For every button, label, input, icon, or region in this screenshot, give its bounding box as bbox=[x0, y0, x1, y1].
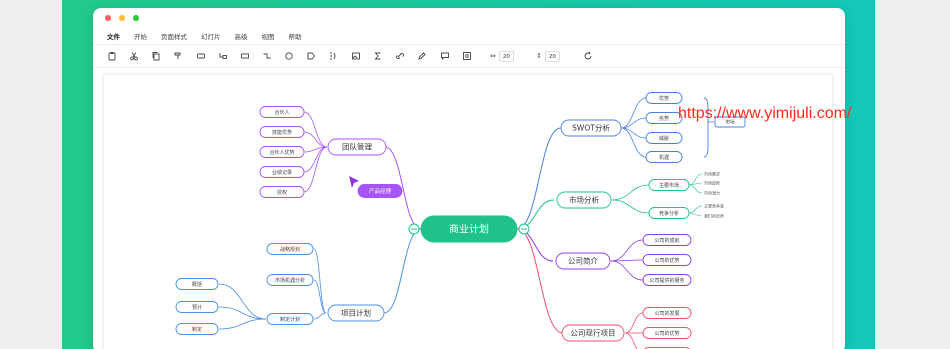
insert-topic-icon[interactable] bbox=[194, 49, 208, 63]
connector-line bbox=[303, 146, 328, 193]
menu-item-3[interactable]: 幻灯片 bbox=[201, 31, 221, 41]
branch-current-project-label: 公司现行项目 bbox=[571, 328, 616, 338]
height-control[interactable]: ⇕ 20 bbox=[536, 50, 560, 62]
project-grandchild-2-label: 制定 bbox=[192, 326, 202, 333]
market-grandchild-0: 市场需求 bbox=[704, 171, 720, 177]
watermark-url: https://www.yimijuli.com/ bbox=[678, 105, 852, 122]
edit-icon[interactable] bbox=[415, 49, 429, 63]
market-child-1-label: 竞争分析 bbox=[659, 210, 679, 217]
team-child-1-label: 技能优势 bbox=[272, 129, 292, 136]
branch-team-label: 团队管理 bbox=[342, 142, 372, 152]
width-value[interactable]: 20 bbox=[498, 50, 514, 62]
current-project-child-1-label: 公司的优势 bbox=[654, 330, 679, 337]
project-child-0-label: 战略规划 bbox=[280, 246, 300, 253]
link-icon[interactable] bbox=[393, 49, 407, 63]
page-background-right bbox=[875, 0, 950, 349]
insert-subtopic-icon[interactable] bbox=[216, 49, 230, 63]
project-grandchild-1-label: 预计 bbox=[192, 304, 202, 311]
branch-market-label: 市场分析 bbox=[569, 195, 599, 205]
refresh-icon[interactable] bbox=[581, 49, 595, 63]
connector-line bbox=[688, 182, 703, 186]
company-child-0-label: 公司的成就 bbox=[654, 237, 679, 244]
image-icon[interactable] bbox=[349, 49, 363, 63]
menu-bar: 文件 开始 页面样式 幻灯片 高级 视图 帮助 bbox=[93, 28, 845, 44]
connector-line bbox=[620, 127, 647, 139]
format-painter-icon[interactable] bbox=[171, 49, 185, 63]
connector-line bbox=[688, 212, 703, 217]
market-grandchild-3: 主要竞争者 bbox=[704, 203, 724, 209]
connector-line bbox=[303, 131, 328, 148]
copy-icon[interactable] bbox=[149, 49, 163, 63]
maximize-window-button[interactable] bbox=[133, 15, 139, 21]
connector-line bbox=[611, 184, 650, 201]
project-grandchild-0-label: 概括 bbox=[192, 281, 202, 288]
market-child-0-label: 主要市场 bbox=[659, 182, 679, 189]
connector-line bbox=[688, 205, 703, 214]
swot-child-0-label: 优势 bbox=[659, 95, 669, 102]
height-value[interactable]: 20 bbox=[544, 50, 560, 62]
connector-line bbox=[516, 127, 562, 230]
company-child-1-label: 公司的优势 bbox=[654, 257, 679, 264]
formula-icon[interactable] bbox=[371, 49, 385, 63]
comment-icon[interactable] bbox=[282, 49, 296, 63]
project-child-1-label: 市场机遇分析 bbox=[275, 277, 305, 284]
menu-item-0[interactable]: 文件 bbox=[107, 31, 120, 41]
note-icon[interactable] bbox=[438, 49, 452, 63]
root-topic-label: 商业计划 bbox=[449, 223, 489, 236]
team-child-2-label: 合伙人优势 bbox=[269, 149, 294, 156]
swot-child-1-label: 劣势 bbox=[659, 115, 669, 122]
market-grandchild-4: 我们的优势 bbox=[704, 213, 724, 219]
connector-line bbox=[611, 199, 650, 214]
floating-tag-label: 产品经理 bbox=[369, 187, 392, 195]
market-grandchild-2: 市场潜力 bbox=[704, 190, 720, 196]
connector-line bbox=[620, 127, 647, 158]
title-bar bbox=[93, 8, 845, 28]
outline-icon[interactable] bbox=[460, 49, 474, 63]
connector-line bbox=[610, 260, 644, 281]
connector-line bbox=[218, 318, 267, 330]
connector-line bbox=[610, 239, 644, 262]
height-icon: ⇕ bbox=[536, 52, 542, 60]
app-window: 文件 开始 页面样式 幻灯片 高级 视图 帮助 ⇔ 20 ⇕ 20 合伙人技能优势合伙人优势… bbox=[93, 8, 845, 349]
summary-icon[interactable] bbox=[326, 49, 340, 63]
width-icon: ⇔ bbox=[490, 52, 496, 60]
scissors-icon[interactable] bbox=[127, 49, 141, 63]
rectangle-icon[interactable] bbox=[238, 49, 252, 63]
minimize-window-button[interactable] bbox=[119, 15, 125, 21]
connector-icon[interactable] bbox=[260, 49, 274, 63]
menu-item-5[interactable]: 视图 bbox=[262, 31, 275, 41]
branch-swot-label: SWOT分析 bbox=[572, 123, 610, 133]
connector-line bbox=[218, 306, 267, 320]
tag-icon[interactable] bbox=[304, 49, 318, 63]
connector-line bbox=[313, 312, 327, 320]
connector-line bbox=[516, 228, 564, 334]
menu-item-1[interactable]: 开始 bbox=[134, 31, 147, 41]
current-project-child-0-label: 公司的发展 bbox=[654, 310, 679, 317]
toolbar: ⇔ 20 ⇕ 20 bbox=[93, 44, 845, 68]
clipboard-icon[interactable] bbox=[105, 49, 119, 63]
market-grandchild-1: 市场趋势 bbox=[704, 180, 720, 186]
width-control[interactable]: ⇔ 20 bbox=[490, 50, 514, 62]
connector-line bbox=[303, 111, 328, 148]
connector-line bbox=[624, 312, 644, 334]
branch-project-label: 项目计划 bbox=[341, 308, 371, 318]
connector-line bbox=[688, 184, 703, 194]
page-background-left bbox=[0, 0, 62, 349]
team-child-4-label: 授权 bbox=[277, 189, 287, 196]
company-child-2-label: 公司提供的服务 bbox=[649, 277, 684, 284]
close-window-button[interactable] bbox=[105, 15, 111, 21]
branch-company-label: 公司简介 bbox=[568, 256, 598, 266]
connector-line bbox=[383, 228, 422, 314]
cursor-arrow-icon bbox=[349, 176, 359, 188]
swot-child-2-label: 威胁 bbox=[659, 135, 669, 142]
swot-child-3-label: 机遇 bbox=[659, 154, 669, 161]
project-child-2-label: 制定计划 bbox=[280, 316, 300, 323]
menu-item-6[interactable]: 帮助 bbox=[289, 31, 302, 41]
connector-line bbox=[218, 283, 267, 320]
team-child-3-label: 业绩记录 bbox=[272, 169, 292, 176]
connector-line bbox=[624, 332, 638, 349]
menu-item-4[interactable]: 高级 bbox=[235, 31, 248, 41]
menu-item-2[interactable]: 页面样式 bbox=[161, 31, 187, 41]
team-child-0-label: 合伙人 bbox=[274, 109, 289, 116]
